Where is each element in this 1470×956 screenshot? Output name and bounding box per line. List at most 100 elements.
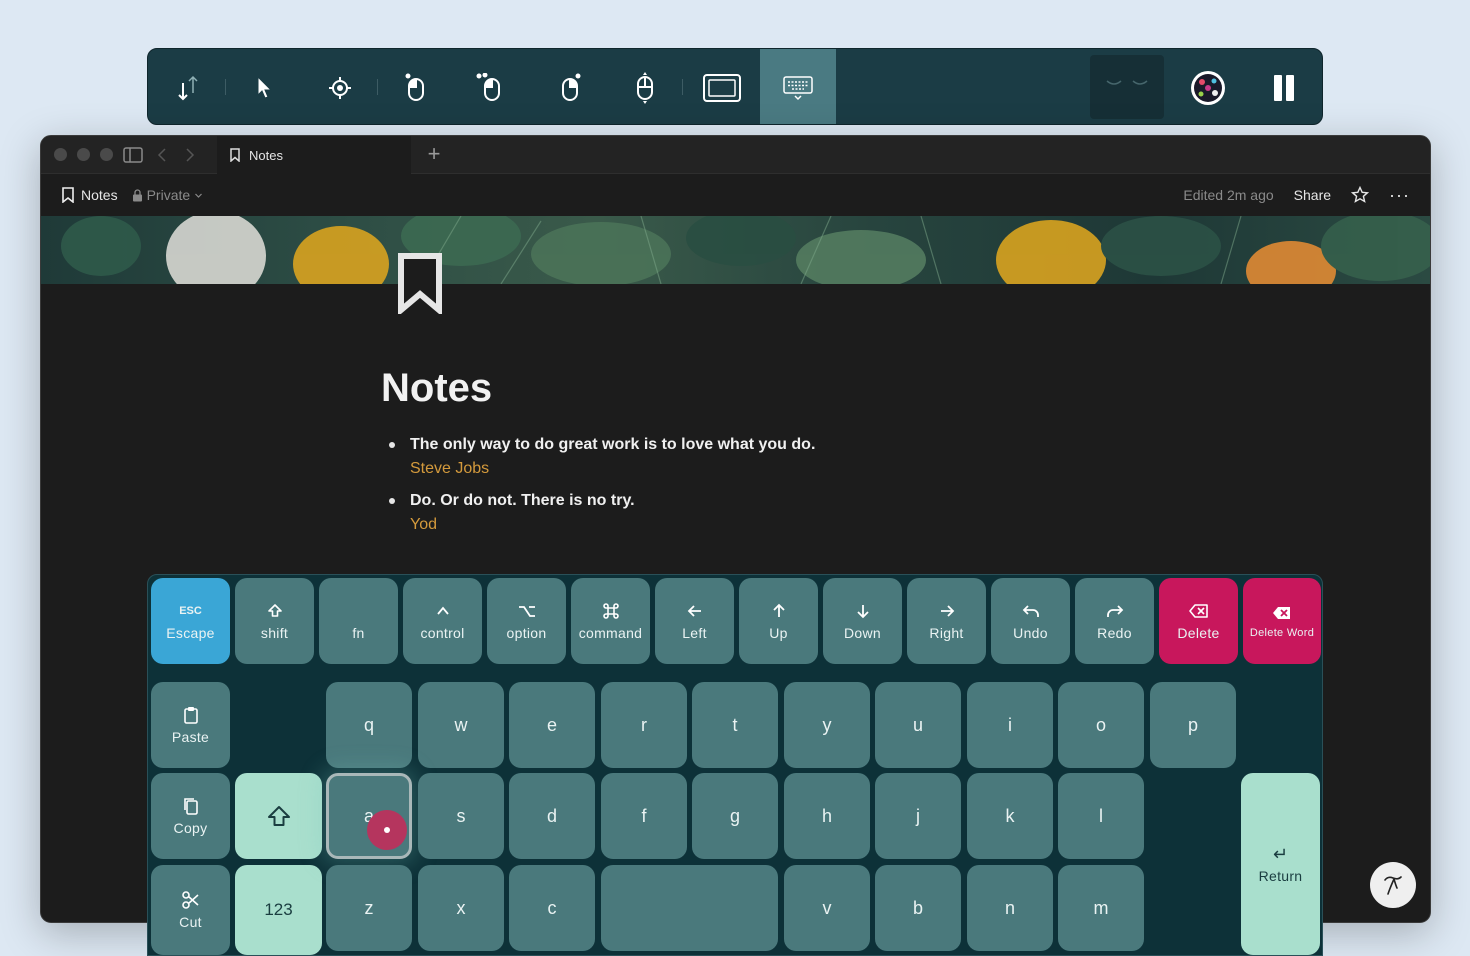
key-p[interactable]: p: [1150, 682, 1236, 768]
down-arrow-key[interactable]: Down: [823, 578, 902, 664]
pointer-icon: [257, 75, 273, 99]
star-icon[interactable]: [1351, 186, 1370, 204]
shift-key[interactable]: shift: [235, 578, 314, 664]
key-label: Cut: [179, 914, 202, 930]
quote-author: Steve Jobs: [410, 460, 490, 477]
key-l[interactable]: l: [1058, 773, 1144, 859]
eyes-button[interactable]: [1090, 55, 1164, 119]
key-z[interactable]: z: [326, 865, 412, 951]
arrow-down-icon: [856, 605, 869, 619]
tab-notes[interactable]: Notes: [217, 136, 411, 174]
key-label: Down: [844, 625, 881, 641]
key-n[interactable]: n: [967, 865, 1053, 951]
quote-author: Yod: [410, 516, 437, 533]
key-u[interactable]: u: [875, 682, 961, 768]
left-click-button[interactable]: [396, 49, 436, 124]
key-q[interactable]: q: [326, 682, 412, 768]
left-arrow-key[interactable]: Left: [655, 578, 734, 664]
key-t[interactable]: t: [692, 682, 778, 768]
undo-key[interactable]: Undo: [991, 578, 1070, 664]
window-button[interactable]: [700, 49, 744, 124]
avatar: [1191, 70, 1225, 105]
key-i[interactable]: i: [967, 682, 1053, 768]
fn-key[interactable]: fn: [319, 578, 398, 664]
middle-click-button[interactable]: [625, 49, 665, 124]
left-click-icon: [405, 73, 424, 101]
target-button[interactable]: [320, 49, 360, 124]
key-label: command: [578, 625, 643, 641]
key-h[interactable]: h: [784, 773, 870, 859]
key-c[interactable]: c: [509, 865, 595, 951]
key-d[interactable]: d: [509, 773, 595, 859]
handwriting-button[interactable]: [1370, 862, 1416, 908]
avatar-button[interactable]: [1188, 49, 1228, 124]
control-icon: [436, 606, 449, 615]
tab-label: Notes: [249, 147, 283, 163]
key-w[interactable]: w: [418, 682, 504, 768]
key-label: Return: [1258, 868, 1303, 884]
keyboard-button[interactable]: [760, 49, 836, 124]
key-b[interactable]: b: [875, 865, 961, 951]
key-e[interactable]: e: [509, 682, 595, 768]
key-label: Up: [769, 625, 788, 641]
escape-key[interactable]: ESC Escape: [151, 578, 230, 664]
key-m[interactable]: m: [1058, 865, 1144, 951]
paste-key[interactable]: Paste: [151, 682, 230, 768]
key-f[interactable]: f: [601, 773, 687, 859]
right-click-button[interactable]: [550, 49, 590, 124]
share-button[interactable]: Share: [1294, 187, 1331, 203]
double-click-button[interactable]: [470, 49, 510, 124]
key-label: Delete Word: [1249, 627, 1315, 639]
option-key[interactable]: option: [487, 578, 566, 664]
control-key[interactable]: control: [403, 578, 482, 664]
sidebar-toggle-icon[interactable]: [123, 147, 143, 163]
pointer-button[interactable]: [244, 49, 284, 124]
new-tab-button[interactable]: +: [421, 142, 447, 168]
key-x[interactable]: x: [418, 865, 504, 951]
zoom-window-button[interactable]: [100, 148, 113, 161]
key-label: Right: [929, 625, 964, 641]
pause-button[interactable]: [1264, 49, 1304, 124]
shift-lock-key[interactable]: [235, 773, 322, 859]
delete-key[interactable]: Delete: [1159, 578, 1238, 664]
quote-text: The only way to do great work is to love…: [410, 436, 816, 453]
bookmark-icon: [62, 187, 74, 203]
minimize-window-button[interactable]: [77, 148, 90, 161]
cursor-indicator: [367, 810, 407, 850]
copy-key[interactable]: Copy: [151, 773, 230, 859]
cut-key[interactable]: Cut: [151, 865, 230, 955]
key-label: Redo: [1097, 625, 1132, 641]
key-o[interactable]: o: [1058, 682, 1144, 768]
command-icon: [602, 603, 619, 619]
numbers-key[interactable]: 123: [235, 865, 322, 955]
page-title[interactable]: Notes: [381, 366, 492, 411]
return-key[interactable]: ↵ Return: [1241, 773, 1320, 955]
key-a[interactable]: a: [326, 773, 412, 859]
back-icon[interactable]: [156, 147, 168, 163]
cover-image[interactable]: [41, 216, 1430, 284]
key-label: Paste: [171, 729, 210, 745]
up-arrow-key[interactable]: Up: [739, 578, 818, 664]
close-window-button[interactable]: [54, 148, 67, 161]
forward-icon[interactable]: [184, 147, 196, 163]
page-bookmark-icon[interactable]: [397, 252, 443, 314]
redo-key[interactable]: Redo: [1075, 578, 1154, 664]
scroll-direction-button[interactable]: [168, 49, 208, 124]
key-y[interactable]: y: [784, 682, 870, 768]
space-key[interactable]: [601, 865, 778, 951]
privacy-label: Private: [146, 187, 191, 203]
privacy-selector[interactable]: Private: [132, 187, 204, 203]
key-g[interactable]: g: [692, 773, 778, 859]
key-j[interactable]: j: [875, 773, 961, 859]
right-arrow-key[interactable]: Right: [907, 578, 986, 664]
key-k[interactable]: k: [967, 773, 1053, 859]
key-s[interactable]: s: [418, 773, 504, 859]
breadcrumb-page[interactable]: Notes: [81, 187, 118, 203]
more-options-button[interactable]: ···: [1389, 185, 1410, 206]
key-v[interactable]: v: [784, 865, 870, 951]
delete-word-key[interactable]: Delete Word: [1243, 578, 1321, 664]
toolbar-divider: [225, 79, 226, 95]
toolbar-divider: [377, 79, 378, 95]
key-r[interactable]: r: [601, 682, 687, 768]
command-key[interactable]: command: [571, 578, 650, 664]
